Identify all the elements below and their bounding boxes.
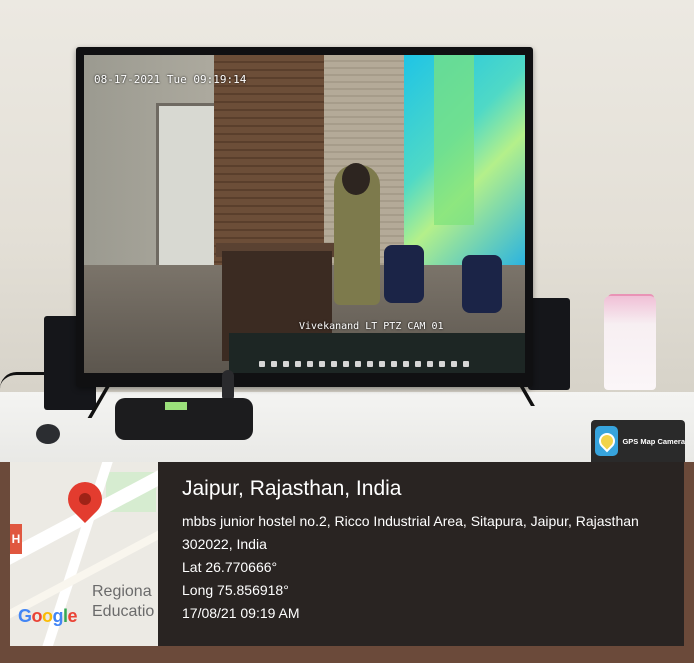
toolbar-icon [307,361,313,367]
toolbar-icon [463,361,469,367]
map-place-label: Regiona Educatio [92,582,154,622]
water-jug [604,296,656,390]
map-place-label-line: Educatio [92,603,155,620]
cctv-timestamp: 08-17-2021 Tue 09:19:14 [94,73,247,86]
toolbar-icon [283,361,289,367]
cctv-presenter-head [342,163,370,195]
google-letter: g [52,606,64,626]
gps-badge-label: GPS Map Camera [622,436,685,446]
gps-map-camera-badge: GPS Map Camera [591,420,685,462]
gps-map-camera-icon [595,426,619,456]
hospital-icon: H [10,524,22,554]
toolbar-icon [259,361,265,367]
toolbar-icon [343,361,349,367]
toolbar-icon [415,361,421,367]
date-time: 17/08/21 09:19 AM [182,605,300,621]
toolbar-icon [367,361,373,367]
location-info: Jaipur, Rajasthan, India mbbs junior hos… [182,474,677,625]
toolbar-icon [391,361,397,367]
map-pin-dot-icon [79,493,91,505]
cctv-projection-screen [404,55,525,265]
toolbar-icon [319,361,325,367]
toolbar-icon [331,361,337,367]
address-line: 302022, India [182,536,267,552]
toolbar-icon [403,361,409,367]
toolbar-icon [295,361,301,367]
google-logo: Google [18,606,78,627]
toolbar-icon [379,361,385,367]
cctv-bench [229,333,525,373]
toolbar-icon [451,361,457,367]
map-thumbnail: H Regiona Educatio Google [10,462,158,646]
cctv-camera-name: Vivekanand LT PTZ CAM 01 [299,321,444,332]
television: 08-17-2021 Tue 09:19:14 Vivekanand LT PT… [76,47,533,387]
longitude: Long 75.856918° [182,582,289,598]
google-letter: G [18,606,32,626]
controller-display [165,402,187,410]
toolbar-icon [439,361,445,367]
google-letter: o [42,606,53,626]
google-letter: e [67,606,78,626]
google-letter: o [31,606,43,626]
cctv-projected-slide [434,55,474,225]
toolbar-icon [271,361,277,367]
cctv-toolbar [259,361,499,367]
address-line: mbbs junior hostel no.2, Ricco Industria… [182,513,639,529]
cctv-feed: 08-17-2021 Tue 09:19:14 Vivekanand LT PT… [84,55,525,373]
map-place-label-line: Regiona [92,583,152,600]
cctv-chair [384,245,424,303]
toolbar-icon [355,361,361,367]
latitude: Lat 26.770666° [182,559,278,575]
cctv-chair [462,255,502,313]
location-title: Jaipur, Rajasthan, India [182,477,402,500]
computer-mouse [36,424,60,444]
toolbar-icon [427,361,433,367]
right-speaker [528,298,570,390]
